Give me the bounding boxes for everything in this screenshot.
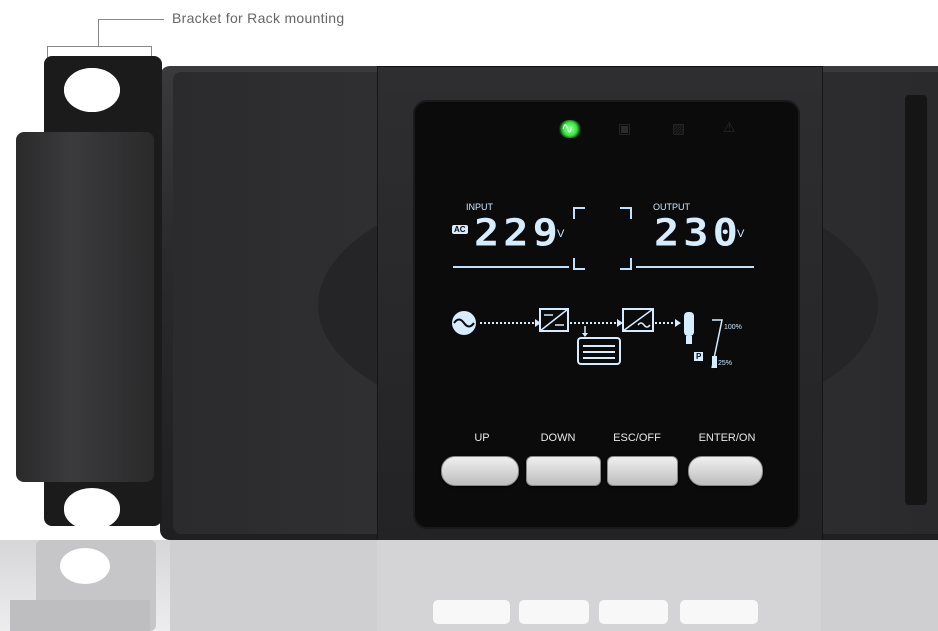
bracket-handle: [16, 132, 154, 482]
center-frame-corner: [620, 258, 632, 270]
ac-badge: AC: [452, 225, 468, 234]
reflection-button: [519, 600, 589, 624]
enter-on-button[interactable]: [688, 456, 763, 486]
load-bulb-icon: [684, 312, 694, 344]
esc-off-button[interactable]: [607, 456, 678, 486]
reflection-bracket-face: [10, 600, 150, 631]
bracket-indicator-line: [47, 46, 151, 47]
reflection-button: [599, 600, 668, 624]
down-button-label: DOWN: [540, 432, 576, 444]
warning-icon: ⚠: [723, 120, 736, 136]
battery-icon: ▣: [618, 121, 632, 137]
surface-reflection: [0, 540, 938, 631]
up-button[interactable]: [441, 456, 519, 486]
center-frame-corner: [573, 207, 585, 219]
load-max-label: 100%: [724, 324, 742, 331]
reflection-hole: [60, 548, 110, 584]
battery-pack-icon: [577, 337, 621, 365]
inverter-icon: [622, 308, 654, 332]
center-frame-corner: [620, 207, 632, 219]
vent-slot: [905, 95, 927, 505]
callout-line-vertical: [98, 19, 99, 47]
enter-on-button-label: ENTER/ON: [698, 432, 756, 444]
mounting-hole-bottom-cutout: [64, 490, 120, 530]
down-button[interactable]: [526, 456, 601, 486]
callout-label: Bracket for Rack mounting: [172, 10, 345, 26]
bypass-icon: ▨: [672, 121, 686, 137]
ac-source-icon: [452, 311, 476, 335]
input-underline: [453, 266, 569, 268]
mounting-hole-top-cutout: [64, 68, 120, 112]
rectifier-icon: [539, 308, 569, 332]
esc-off-button-label: ESC/OFF: [613, 432, 661, 444]
callout-line: [98, 19, 164, 20]
center-frame-corner: [573, 258, 585, 270]
input-voltage: 229: [474, 210, 562, 255]
ac-wave-icon: ∿: [561, 119, 574, 137]
output-underline: [636, 266, 754, 268]
up-button-label: UP: [474, 432, 490, 444]
output-voltage-unit: V: [737, 228, 745, 240]
reflection-button: [680, 600, 758, 624]
load-min-label: 25%: [718, 360, 733, 367]
reflection-button: [433, 600, 510, 624]
output-voltage: 230: [654, 210, 742, 255]
p-badge: P: [694, 352, 704, 361]
input-voltage-unit: V: [557, 228, 565, 240]
